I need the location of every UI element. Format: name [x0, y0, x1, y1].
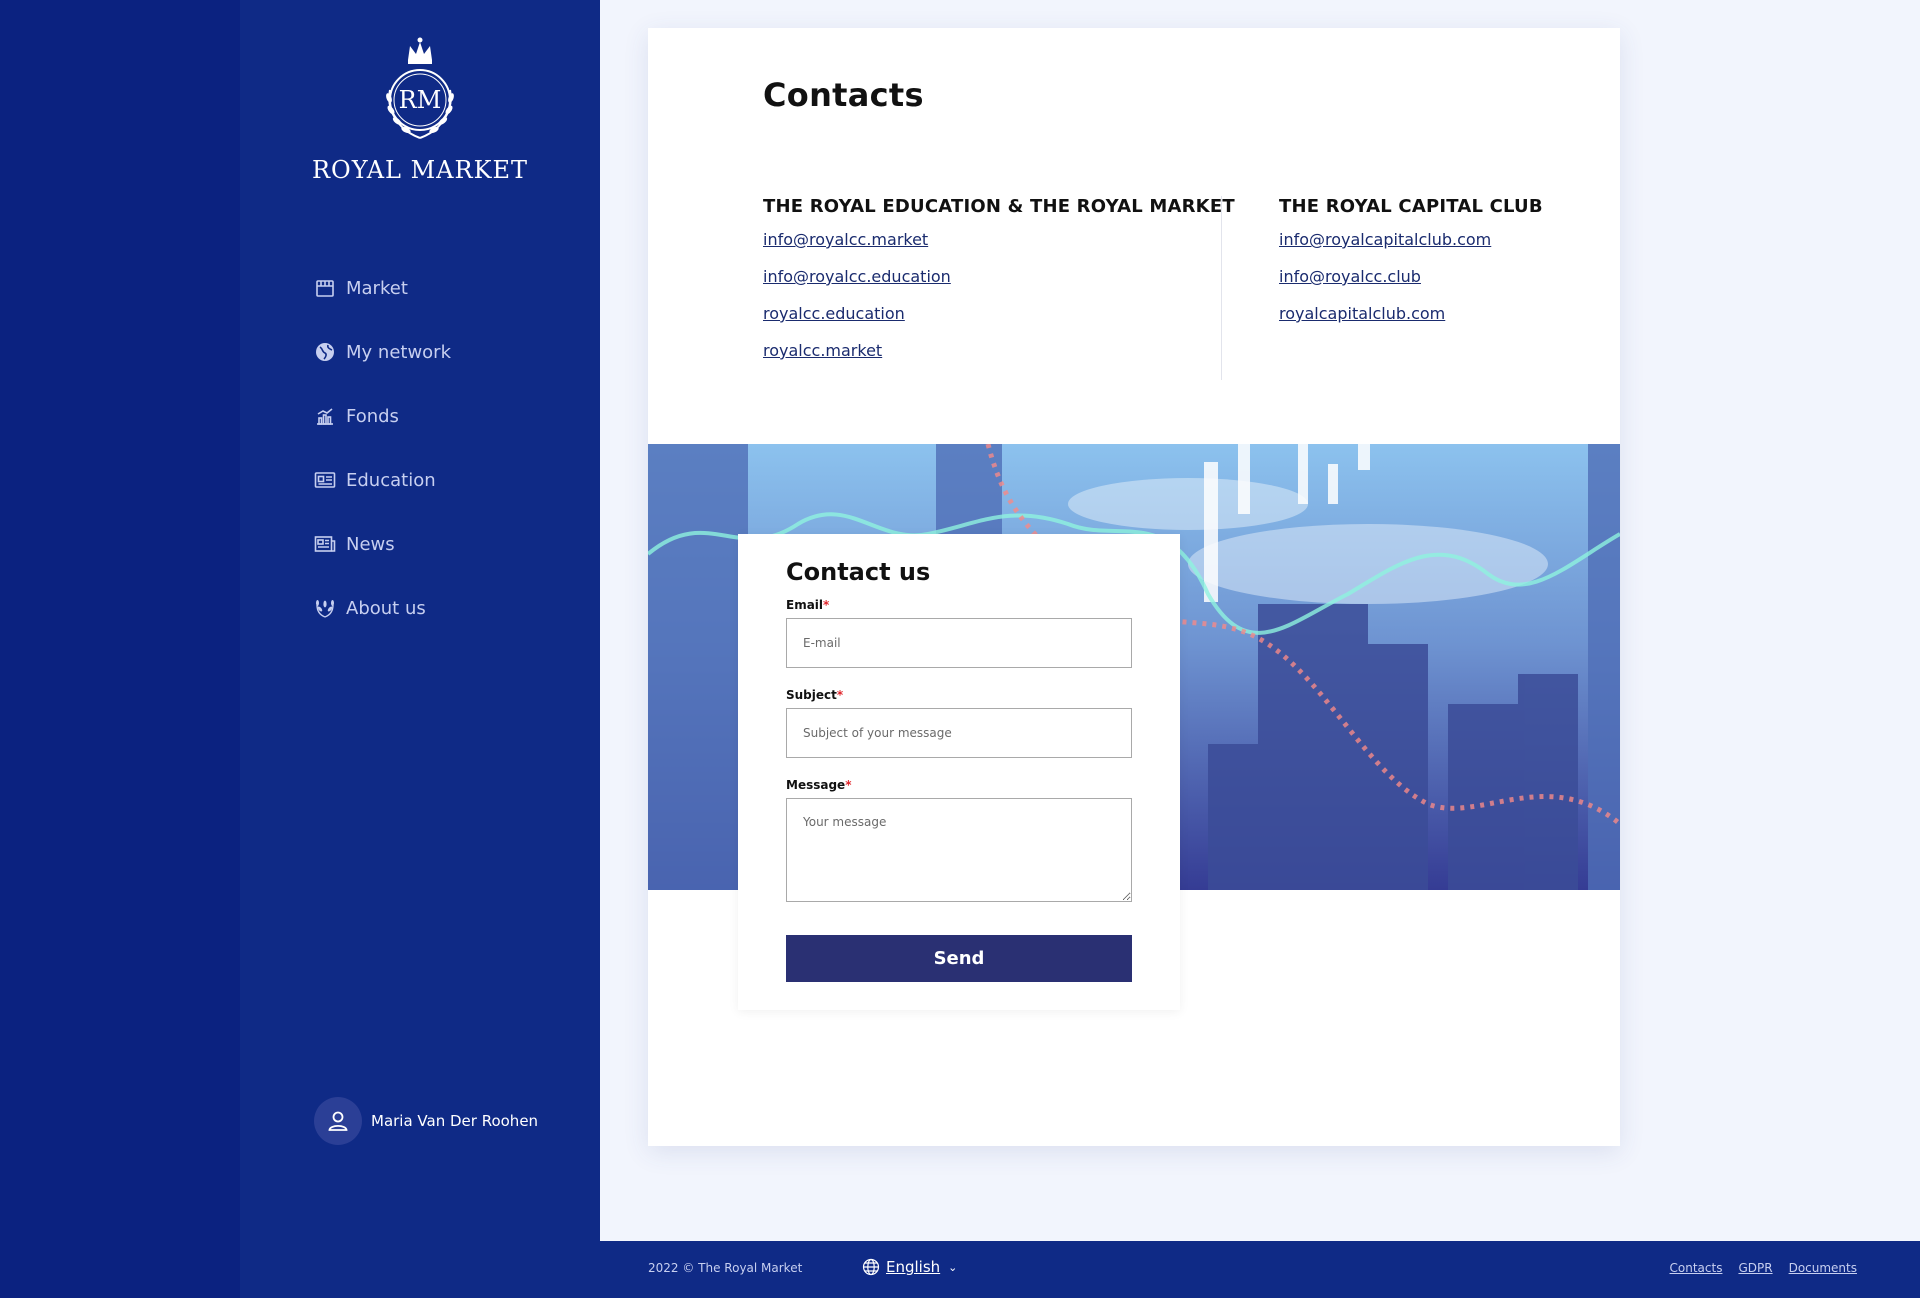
sidebar-item-label: Market: [346, 277, 408, 299]
footer-link-documents[interactable]: Documents: [1789, 1261, 1857, 1275]
laurel-icon: [314, 597, 336, 619]
required-mark: *: [823, 598, 830, 612]
contact-link[interactable]: royalcc.market: [763, 340, 1235, 377]
required-mark: *: [845, 778, 852, 792]
sidebar-item-label: About us: [346, 597, 426, 619]
contact-link[interactable]: info@royalcc.education: [763, 266, 1235, 303]
copyright: 2022 © The Royal Market: [648, 1261, 803, 1275]
form-title: Contact us: [786, 558, 931, 586]
sidebar-nav: Market My network Fonds Education News A…: [314, 256, 451, 640]
sidebar-item-label: Education: [346, 469, 436, 491]
footer: 2022 © The Royal Market English ⌄ Contac…: [600, 1241, 1920, 1298]
footer-link-contacts[interactable]: Contacts: [1670, 1261, 1723, 1275]
column-title: THE ROYAL EDUCATION & THE ROYAL MARKET: [763, 196, 1235, 217]
newspaper-icon: [314, 533, 336, 555]
email-field[interactable]: [786, 618, 1132, 668]
contacts-column-capital-club: THE ROYAL CAPITAL CLUB info@royalcapital…: [1279, 196, 1543, 340]
left-background-strip: [0, 0, 240, 1298]
column-title: THE ROYAL CAPITAL CLUB: [1279, 196, 1543, 217]
chevron-down-icon: ⌄: [948, 1260, 958, 1274]
message-label: Message*: [786, 778, 1132, 792]
contacts-card: Contacts THE ROYAL EDUCATION & THE ROYAL…: [648, 28, 1620, 1146]
subject-label: Subject*: [786, 688, 1132, 702]
avatar: [314, 1097, 362, 1145]
sidebar-item-news[interactable]: News: [314, 512, 451, 576]
email-label-text: Email: [786, 598, 824, 612]
subject-field[interactable]: [786, 708, 1132, 758]
user-icon: [328, 1111, 348, 1131]
store-icon: [314, 277, 336, 299]
chart-icon: [314, 405, 336, 427]
sidebar-item-education[interactable]: Education: [314, 448, 451, 512]
email-label: Email*: [786, 598, 1132, 612]
contact-link[interactable]: info@royalcc.club: [1279, 266, 1543, 303]
column-divider: [1221, 196, 1222, 380]
contacts-column-education-market: THE ROYAL EDUCATION & THE ROYAL MARKET i…: [763, 196, 1235, 377]
sidebar-item-label: My network: [346, 341, 452, 363]
contact-link[interactable]: royalcc.education: [763, 303, 1235, 340]
brand-name: ROYAL MARKET: [311, 156, 529, 184]
globe-icon: [862, 1258, 880, 1276]
language-label: English: [886, 1258, 941, 1276]
contact-link[interactable]: info@royalcapitalclub.com: [1279, 229, 1543, 266]
language-selector[interactable]: English ⌄: [862, 1258, 957, 1276]
footer-link-gdpr[interactable]: GDPR: [1738, 1261, 1772, 1275]
sidebar-item-my-network[interactable]: My network: [314, 320, 451, 384]
id-card-icon: [314, 469, 336, 491]
logo-monogram: RM: [399, 86, 442, 114]
sidebar: RM ROYAL MARKET Market My network Fonds …: [240, 0, 600, 1298]
contact-link[interactable]: royalcapitalclub.com: [1279, 303, 1543, 340]
required-mark: *: [836, 688, 844, 702]
sidebar-item-market[interactable]: Market: [314, 256, 451, 320]
globe-icon: [314, 341, 336, 363]
crown-crest-icon: RM: [386, 37, 454, 139]
user-name: Maria Van Der Roohen: [371, 1112, 539, 1130]
contact-link[interactable]: info@royalcc.market: [763, 229, 1235, 266]
message-label-text: Message: [786, 778, 846, 792]
page-title: Contacts: [763, 76, 924, 114]
message-field[interactable]: [786, 798, 1132, 902]
send-button[interactable]: Send: [786, 935, 1132, 982]
sidebar-item-label: News: [346, 533, 395, 555]
user-profile[interactable]: Maria Van Der Roohen: [314, 1097, 538, 1145]
sidebar-item-about-us[interactable]: About us: [314, 576, 451, 640]
contact-form: Contact us Email* Subject* Message* Send: [738, 534, 1180, 1010]
sidebar-item-label: Fonds: [346, 405, 399, 427]
subject-label-text: Subject: [786, 688, 837, 702]
brand-logo[interactable]: RM ROYAL MARKET: [240, 34, 600, 184]
sidebar-item-fonds[interactable]: Fonds: [314, 384, 451, 448]
footer-links: Contacts GDPR Documents: [1670, 1261, 1858, 1275]
